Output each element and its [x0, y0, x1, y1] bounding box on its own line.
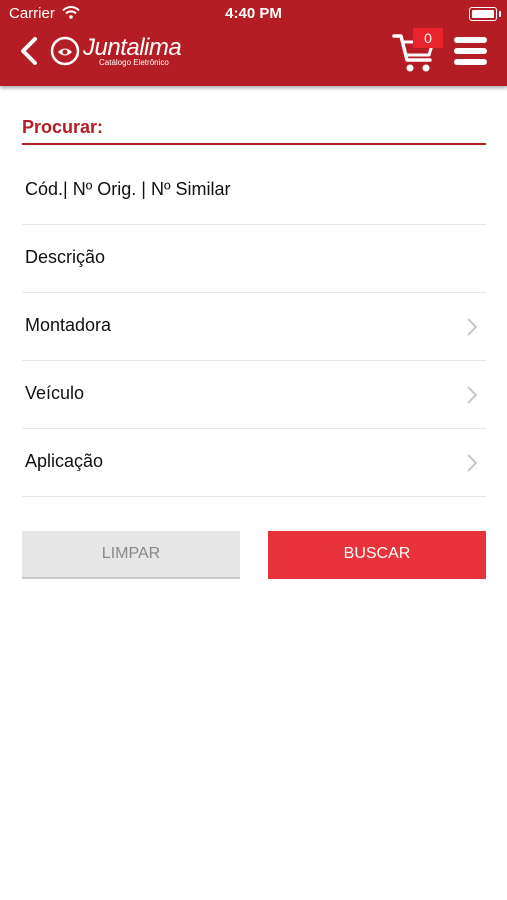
cart-count-badge: 0	[413, 28, 443, 48]
application-select[interactable]: Aplicação	[22, 429, 486, 497]
status-bar: Carrier 4:40 PM	[0, 0, 507, 28]
code-search-field[interactable]: Cód.| Nº Orig. | Nº Similar	[22, 157, 486, 225]
back-arrow-icon[interactable]	[18, 35, 40, 67]
application-label: Aplicação	[25, 451, 104, 471]
chevron-right-icon	[467, 318, 478, 336]
brand-subtitle: Catálogo Eletrônico	[99, 58, 169, 67]
vehicle-select[interactable]: Veículo	[22, 361, 486, 429]
brand-logo: Juntalima Catálogo Eletrônico	[49, 32, 189, 72]
code-field-label: Cód.| Nº Orig. | Nº Similar	[25, 179, 231, 199]
description-field-label: Descrição	[25, 247, 106, 267]
description-search-field[interactable]: Descrição	[22, 225, 486, 293]
search-button[interactable]: BUSCAR	[268, 531, 486, 579]
status-time: 4:40 PM	[225, 5, 282, 22]
hamburger-menu-icon[interactable]	[454, 37, 487, 65]
app-header: Carrier 4:40 PM Juntalima Catálogo Eletr…	[0, 0, 507, 86]
vehicle-label: Veículo	[25, 383, 85, 403]
clear-button[interactable]: LIMPAR	[22, 531, 240, 579]
chevron-right-icon	[467, 386, 478, 404]
battery-icon	[469, 7, 501, 21]
section-divider	[22, 143, 486, 145]
chevron-right-icon	[467, 454, 478, 472]
manufacturer-select[interactable]: Montadora	[22, 293, 486, 361]
manufacturer-label: Montadora	[25, 315, 112, 335]
search-section-title: Procurar:	[22, 117, 104, 137]
logo-emblem-icon	[50, 36, 80, 66]
